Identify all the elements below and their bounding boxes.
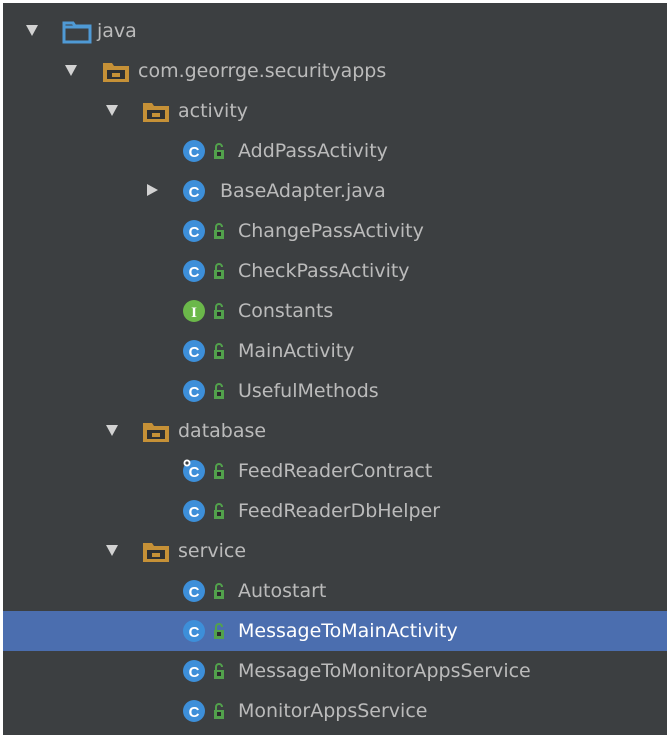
class-icon: C	[182, 571, 206, 611]
package-folder-icon	[142, 531, 172, 571]
tree-item-label: CheckPassActivity	[238, 260, 410, 282]
tree-item-label: MessageToMainActivity	[238, 620, 458, 642]
tree-node-package[interactable]: com.georrge.securityapps	[3, 51, 667, 91]
svg-text:C: C	[189, 344, 200, 361]
public-lock-icon	[212, 331, 226, 371]
tree-item-class-selected[interactable]: C MessageToMainActivity	[3, 611, 667, 651]
svg-text:C: C	[189, 224, 200, 241]
svg-text:C: C	[189, 144, 200, 161]
svg-text:C: C	[189, 704, 200, 721]
tree-item-class[interactable]: C MainActivity	[3, 331, 667, 371]
interface-icon: I	[182, 291, 206, 331]
class-icon: C	[182, 611, 206, 651]
tree-node-label: database	[178, 420, 267, 442]
tree-node-label: activity	[178, 100, 249, 122]
svg-text:C: C	[189, 664, 200, 681]
tree-item-class[interactable]: C FeedReaderDbHelper	[3, 491, 667, 531]
package-folder-icon	[102, 51, 132, 91]
tree-item-class[interactable]: C AddPassActivity	[3, 131, 667, 171]
tree-item-label: Constants	[238, 300, 334, 322]
source-root-folder-icon	[62, 11, 92, 51]
svg-text:C: C	[189, 264, 200, 281]
tree-item-label: MessageToMonitorAppsService	[238, 660, 531, 682]
package-folder-icon	[142, 91, 172, 131]
svg-text:C: C	[189, 184, 200, 201]
svg-text:C: C	[189, 584, 200, 601]
public-lock-icon	[212, 651, 226, 691]
tree-item-class[interactable]: C Autostart	[3, 571, 667, 611]
class-icon: C	[182, 651, 206, 691]
public-lock-icon	[212, 451, 226, 491]
public-lock-icon	[212, 291, 226, 331]
tree-node-label: service	[178, 540, 247, 562]
project-tree-panel: java com.georrge.securityapps activity C…	[3, 3, 667, 735]
svg-text:C: C	[189, 624, 200, 641]
tree-node-service-folder[interactable]: service	[3, 531, 667, 571]
public-lock-icon	[212, 491, 226, 531]
tree-item-label: FeedReaderDbHelper	[238, 500, 441, 522]
tree-item-class[interactable]: C MonitorAppsService	[3, 691, 667, 731]
tree-item-label: AddPassActivity	[238, 140, 388, 162]
expand-arrow-icon[interactable]	[106, 425, 118, 436]
expand-arrow-icon[interactable]	[26, 25, 38, 36]
public-lock-icon	[212, 251, 226, 291]
public-lock-icon	[212, 211, 226, 251]
svg-text:C: C	[189, 504, 200, 521]
expand-arrow-icon[interactable]	[106, 545, 118, 556]
static-class-icon: C	[182, 451, 206, 491]
tree-item-class[interactable]: C ChangePassActivity	[3, 211, 667, 251]
tree-item-class[interactable]: C MessageToMonitorAppsService	[3, 651, 667, 691]
svg-text:C: C	[189, 384, 200, 401]
public-lock-icon	[212, 691, 226, 731]
tree-item-label: UsefulMethods	[238, 380, 379, 402]
class-icon: C	[182, 371, 206, 411]
tree-item-label: MainActivity	[238, 340, 355, 362]
tree-node-java[interactable]: java	[3, 11, 667, 51]
tree-node-label: java	[97, 20, 137, 42]
expand-arrow-icon[interactable]	[65, 65, 77, 76]
tree-node-activity-folder[interactable]: activity	[3, 91, 667, 131]
tree-item-label: ChangePassActivity	[238, 220, 424, 242]
tree-node-database-folder[interactable]: database	[3, 411, 667, 451]
expand-arrow-icon[interactable]	[147, 184, 158, 196]
tree-item-label: MonitorAppsService	[238, 700, 428, 722]
class-icon: C	[182, 691, 206, 731]
expand-arrow-icon[interactable]	[106, 105, 118, 116]
class-icon: C	[182, 251, 206, 291]
public-lock-icon	[212, 571, 226, 611]
tree-item-class[interactable]: C CheckPassActivity	[3, 251, 667, 291]
class-icon: C	[182, 171, 206, 211]
tree-item-label: BaseAdapter.java	[220, 180, 386, 202]
tree-item-interface[interactable]: I Constants	[3, 291, 667, 331]
package-folder-icon	[142, 411, 172, 451]
class-icon: C	[182, 491, 206, 531]
class-icon: C	[182, 211, 206, 251]
tree-item-class[interactable]: C UsefulMethods	[3, 371, 667, 411]
public-lock-icon	[212, 131, 226, 171]
class-icon: C	[182, 131, 206, 171]
tree-node-label: com.georrge.securityapps	[138, 60, 387, 82]
svg-text:C: C	[189, 464, 200, 481]
tree-item-class[interactable]: C FeedReaderContract	[3, 451, 667, 491]
tree-item-file[interactable]: C BaseAdapter.java	[3, 171, 667, 211]
public-lock-icon	[212, 611, 226, 651]
tree-item-label: Autostart	[238, 580, 327, 602]
public-lock-icon	[212, 371, 226, 411]
tree-item-label: FeedReaderContract	[238, 460, 433, 482]
svg-text:I: I	[191, 305, 197, 321]
class-icon: C	[182, 331, 206, 371]
